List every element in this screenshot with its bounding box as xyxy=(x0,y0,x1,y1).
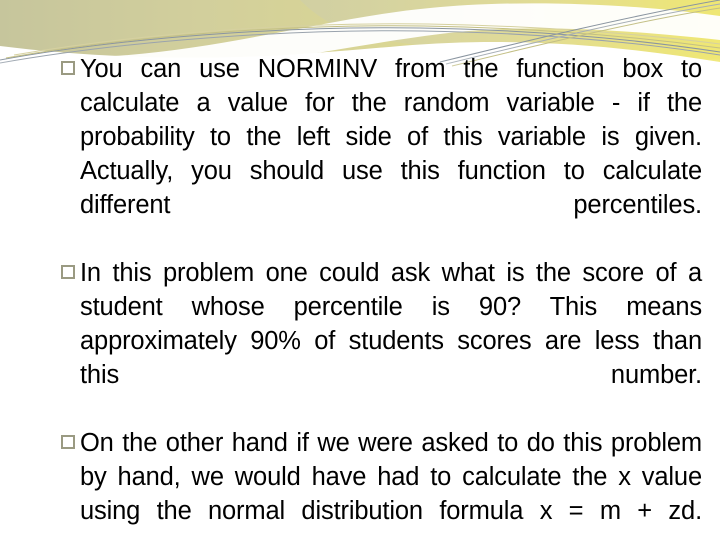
bullet-paragraph-3-text: On the other hand if we were asked to do… xyxy=(80,429,702,525)
hollow-square-bullet-icon xyxy=(61,265,75,279)
bullet-paragraph-3: On the other hand if we were asked to do… xyxy=(58,426,702,540)
slide-body: You can use NORMINV from the function bo… xyxy=(0,0,720,540)
slide: You can use NORMINV from the function bo… xyxy=(0,0,720,540)
hollow-square-bullet-icon xyxy=(61,61,75,75)
bullet-paragraph-1-text: You can use NORMINV from the function bo… xyxy=(80,55,702,219)
bullet-paragraph-1: You can use NORMINV from the function bo… xyxy=(58,52,702,256)
bullet-paragraph-2-text: In this problem one could ask what is th… xyxy=(80,259,702,389)
hollow-square-bullet-icon xyxy=(61,435,75,449)
bullet-paragraph-2: In this problem one could ask what is th… xyxy=(58,256,702,426)
